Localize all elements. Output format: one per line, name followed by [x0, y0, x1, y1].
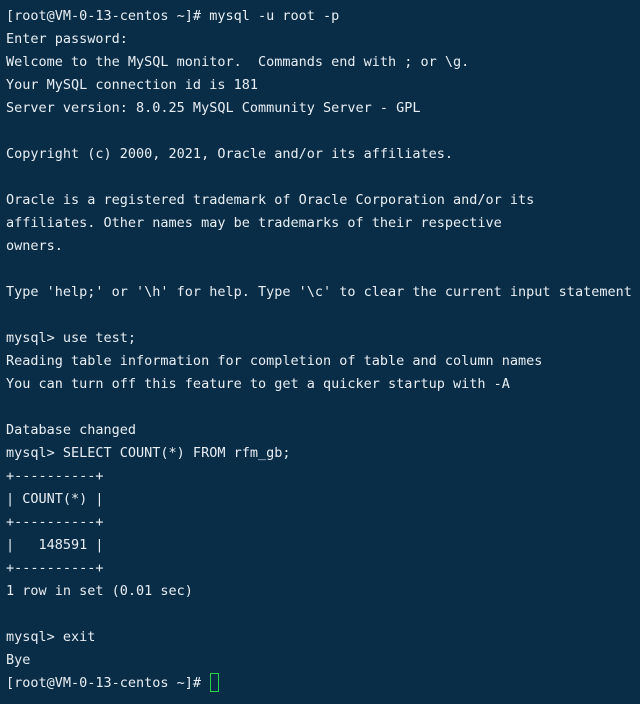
terminal-line: +----------+: [6, 560, 104, 576]
terminal-line: +----------+: [6, 514, 104, 530]
result-row-prefix: |: [6, 537, 39, 553]
terminal-window[interactable]: [root@VM-0-13-centos ~]# mysql -u root -…: [0, 0, 640, 704]
terminal-line: Reading table information for completion…: [6, 353, 543, 369]
terminal-line: +----------+: [6, 468, 104, 484]
terminal-line: mysql> SELECT COUNT(*) FROM rfm_gb;: [6, 445, 291, 461]
terminal-line: Server version: 8.0.25 MySQL Community S…: [6, 100, 421, 116]
final-prompt-line[interactable]: [root@VM-0-13-centos ~]#: [6, 672, 634, 695]
terminal-line: Type 'help;' or '\h' for help. Type '\c'…: [6, 284, 634, 300]
terminal-line: Your MySQL connection id is 181: [6, 77, 258, 93]
terminal-line: Copyright (c) 2000, 2021, Oracle and/or …: [6, 146, 454, 162]
terminal-output-before: [root@VM-0-13-centos ~]# mysql -u root -…: [6, 5, 634, 534]
result-row-suffix: |: [87, 537, 104, 553]
cursor-icon: [210, 672, 220, 692]
shell-prompt: [root@VM-0-13-centos ~]#: [6, 675, 210, 691]
terminal-line: You can turn off this feature to get a q…: [6, 376, 510, 392]
terminal-line: Database changed: [6, 422, 137, 438]
result-row: | 148591 |: [6, 534, 634, 557]
terminal-line: Oracle is a registered trademark of Orac…: [6, 192, 535, 208]
terminal-line: Welcome to the MySQL monitor. Commands e…: [6, 54, 470, 70]
terminal-line: owners.: [6, 238, 63, 254]
terminal-line: affiliates. Other names may be trademark…: [6, 215, 502, 231]
terminal-line: Bye: [6, 652, 31, 668]
terminal-line: mysql> exit: [6, 629, 96, 645]
count-value-highlighted: 148591: [39, 534, 88, 557]
terminal-line: 1 row in set (0.01 sec): [6, 583, 193, 599]
terminal-output-after: +----------+ 1 row in set (0.01 sec) mysql…: [6, 557, 634, 672]
terminal-line: [root@VM-0-13-centos ~]# mysql -u root -…: [6, 8, 340, 24]
terminal-line: mysql> use test;: [6, 330, 137, 346]
terminal-line: | COUNT(*) |: [6, 491, 104, 507]
terminal-line: Enter password:: [6, 31, 128, 47]
